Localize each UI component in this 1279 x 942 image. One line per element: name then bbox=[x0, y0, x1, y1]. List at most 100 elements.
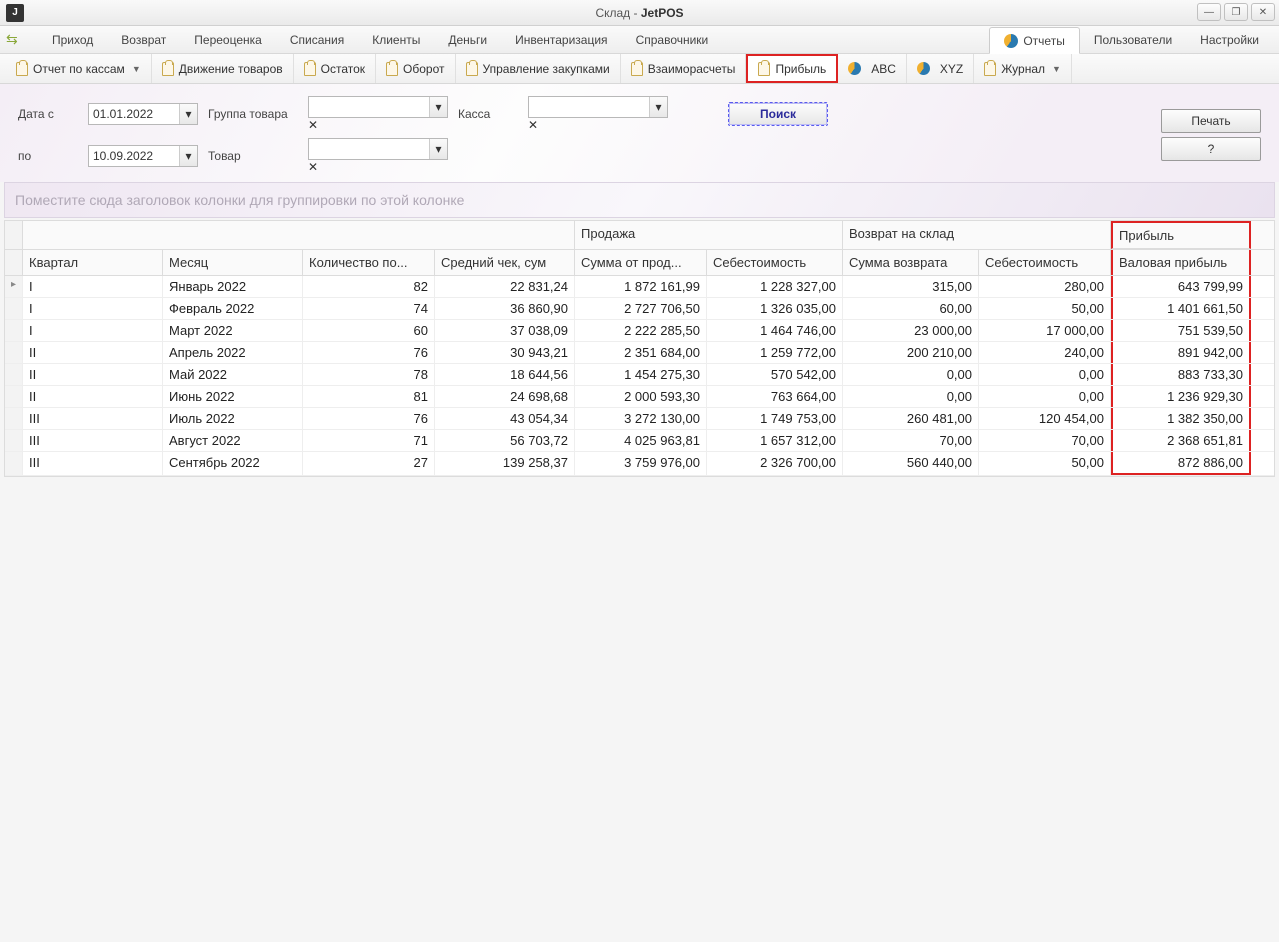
table-row[interactable]: IIIИюль 20227643 054,343 272 130,001 749… bbox=[5, 408, 1274, 430]
menu-Списания[interactable]: Списания bbox=[276, 26, 358, 53]
column-avg-check[interactable]: Средний чек, сум bbox=[435, 250, 575, 275]
chevron-down-icon[interactable]: ▾ bbox=[429, 97, 447, 117]
chevron-down-icon[interactable]: ▾ bbox=[649, 97, 667, 117]
cell-return-cost: 0,00 bbox=[979, 386, 1111, 407]
menu-Возврат[interactable]: Возврат bbox=[107, 26, 180, 53]
chevron-down-icon: ▼ bbox=[132, 64, 141, 74]
report-subtabs: Отчет по кассам▼ Движение товаров Остаток О… bbox=[0, 54, 1279, 84]
column-group-sale[interactable]: Продажа bbox=[575, 221, 843, 249]
table-row[interactable]: IФевраль 20227436 860,902 727 706,501 32… bbox=[5, 298, 1274, 320]
cell-month: Январь 2022 bbox=[163, 276, 303, 297]
subtab-Отчет по кассам[interactable]: Отчет по кассам▼ bbox=[6, 54, 152, 83]
cell-sale-cost: 1 464 746,00 bbox=[707, 320, 843, 341]
cell-sale-cost: 1 259 772,00 bbox=[707, 342, 843, 363]
minimize-button[interactable]: — bbox=[1197, 3, 1221, 21]
subtab-Взаиморасчеты[interactable]: Взаиморасчеты bbox=[621, 54, 747, 83]
cell-return-cost: 280,00 bbox=[979, 276, 1111, 297]
kassa-combo[interactable]: ▾ bbox=[528, 96, 668, 118]
menu-toggle-icon[interactable]: ⇆ bbox=[6, 31, 24, 49]
cell-return-sum: 200 210,00 bbox=[843, 342, 979, 363]
maximize-button[interactable]: ❐ bbox=[1224, 3, 1248, 21]
product-label: Товар bbox=[208, 149, 298, 163]
cell-return-cost: 50,00 bbox=[979, 298, 1111, 319]
group-by-drop-area[interactable]: Поместите сюда заголовок колонки для гру… bbox=[4, 182, 1275, 218]
help-button[interactable]: ? bbox=[1161, 137, 1261, 161]
column-indicator bbox=[5, 221, 23, 249]
column-group-profit[interactable]: Прибыль bbox=[1111, 221, 1251, 249]
cell-gross-profit: 891 942,00 bbox=[1111, 342, 1251, 363]
date-to-label: по bbox=[18, 149, 78, 163]
cell-return-cost: 50,00 bbox=[979, 452, 1111, 475]
table-row[interactable]: ▸IЯнварь 20228222 831,241 872 161,991 22… bbox=[5, 276, 1274, 298]
product-combo[interactable]: ▾ bbox=[308, 138, 448, 160]
cell-count: 76 bbox=[303, 408, 435, 429]
clear-kassa-icon[interactable]: ✕ bbox=[528, 118, 688, 132]
clear-group-icon[interactable]: ✕ bbox=[308, 118, 448, 132]
pie-chart-icon bbox=[917, 62, 930, 75]
subtab-ABC[interactable]: ABC bbox=[838, 54, 907, 83]
table-row[interactable]: IIАпрель 20227630 943,212 351 684,001 25… bbox=[5, 342, 1274, 364]
column-sale-cost[interactable]: Себестоимость bbox=[707, 250, 843, 275]
menu-Справочники[interactable]: Справочники bbox=[622, 26, 723, 53]
subtab-Журнал[interactable]: Журнал▼ bbox=[974, 54, 1072, 83]
row-indicator bbox=[5, 364, 23, 385]
tab-users[interactable]: Пользователи bbox=[1080, 26, 1186, 53]
menu-Приход[interactable]: Приход bbox=[38, 26, 107, 53]
cell-quarter: I bbox=[23, 320, 163, 341]
table-row[interactable]: IМарт 20226037 038,092 222 285,501 464 7… bbox=[5, 320, 1274, 342]
cell-gross-profit: 883 733,30 bbox=[1111, 364, 1251, 385]
clipboard-icon bbox=[162, 62, 174, 76]
subtab-label: Взаиморасчеты bbox=[648, 62, 736, 76]
print-button[interactable]: Печать bbox=[1161, 109, 1261, 133]
date-to-input[interactable]: 10.09.2022▾ bbox=[88, 145, 198, 167]
cell-return-cost: 240,00 bbox=[979, 342, 1111, 363]
column-return-sum[interactable]: Сумма возврата bbox=[843, 250, 979, 275]
clear-product-icon[interactable]: ✕ bbox=[308, 160, 448, 174]
column-count[interactable]: Количество по... bbox=[303, 250, 435, 275]
chevron-down-icon[interactable]: ▾ bbox=[179, 104, 197, 124]
cell-sale-sum: 4 025 963,81 bbox=[575, 430, 707, 451]
subtab-label: Оборот bbox=[403, 62, 444, 76]
table-row[interactable]: IIIАвгуст 20227156 703,724 025 963,811 6… bbox=[5, 430, 1274, 452]
cell-month: Май 2022 bbox=[163, 364, 303, 385]
product-group-combo[interactable]: ▾ bbox=[308, 96, 448, 118]
column-group-return[interactable]: Возврат на склад bbox=[843, 221, 1111, 249]
column-sale-sum[interactable]: Сумма от прод... bbox=[575, 250, 707, 275]
subtab-Прибыль[interactable]: Прибыль bbox=[746, 54, 838, 83]
cell-avg: 139 258,37 bbox=[435, 452, 575, 475]
date-from-input[interactable]: 01.01.2022▾ bbox=[88, 103, 198, 125]
tab-reports[interactable]: Отчеты bbox=[989, 27, 1079, 54]
cell-avg: 18 644,56 bbox=[435, 364, 575, 385]
subtab-Оборот[interactable]: Оборот bbox=[376, 54, 455, 83]
search-button[interactable]: Поиск bbox=[728, 102, 828, 126]
chevron-down-icon[interactable]: ▾ bbox=[179, 146, 197, 166]
subtab-Остаток[interactable]: Остаток bbox=[294, 54, 376, 83]
chevron-down-icon[interactable]: ▾ bbox=[429, 139, 447, 159]
subtab-Движение товаров[interactable]: Движение товаров bbox=[152, 54, 294, 83]
column-gross-profit[interactable]: Валовая прибыль bbox=[1111, 250, 1251, 275]
column-return-cost[interactable]: Себестоимость bbox=[979, 250, 1111, 275]
table-row[interactable]: IIIСентябрь 202227139 258,373 759 976,00… bbox=[5, 452, 1274, 476]
window-title: Склад - JetPOS bbox=[0, 6, 1279, 20]
app-icon: J bbox=[6, 4, 24, 22]
group-label: Группа товара bbox=[208, 107, 298, 121]
table-row[interactable]: IIИюнь 20228124 698,682 000 593,30763 66… bbox=[5, 386, 1274, 408]
column-indicator bbox=[5, 250, 23, 275]
subtab-label: Движение товаров bbox=[179, 62, 283, 76]
cell-sale-cost: 1 228 327,00 bbox=[707, 276, 843, 297]
table-row[interactable]: IIМай 20227818 644,561 454 275,30570 542… bbox=[5, 364, 1274, 386]
close-button[interactable]: ✕ bbox=[1251, 3, 1275, 21]
cell-sale-sum: 3 759 976,00 bbox=[575, 452, 707, 475]
subtab-XYZ[interactable]: XYZ bbox=[907, 54, 974, 83]
cell-count: 60 bbox=[303, 320, 435, 341]
menu-Переоценка[interactable]: Переоценка bbox=[180, 26, 276, 53]
menu-Клиенты[interactable]: Клиенты bbox=[358, 26, 434, 53]
cell-month: Июль 2022 bbox=[163, 408, 303, 429]
cell-avg: 22 831,24 bbox=[435, 276, 575, 297]
subtab-Управление закупками[interactable]: Управление закупками bbox=[456, 54, 621, 83]
menu-Инвентаризация[interactable]: Инвентаризация bbox=[501, 26, 621, 53]
column-quarter[interactable]: Квартал bbox=[23, 250, 163, 275]
column-month[interactable]: Месяц bbox=[163, 250, 303, 275]
menu-Деньги[interactable]: Деньги bbox=[434, 26, 501, 53]
tab-settings[interactable]: Настройки bbox=[1186, 26, 1273, 53]
